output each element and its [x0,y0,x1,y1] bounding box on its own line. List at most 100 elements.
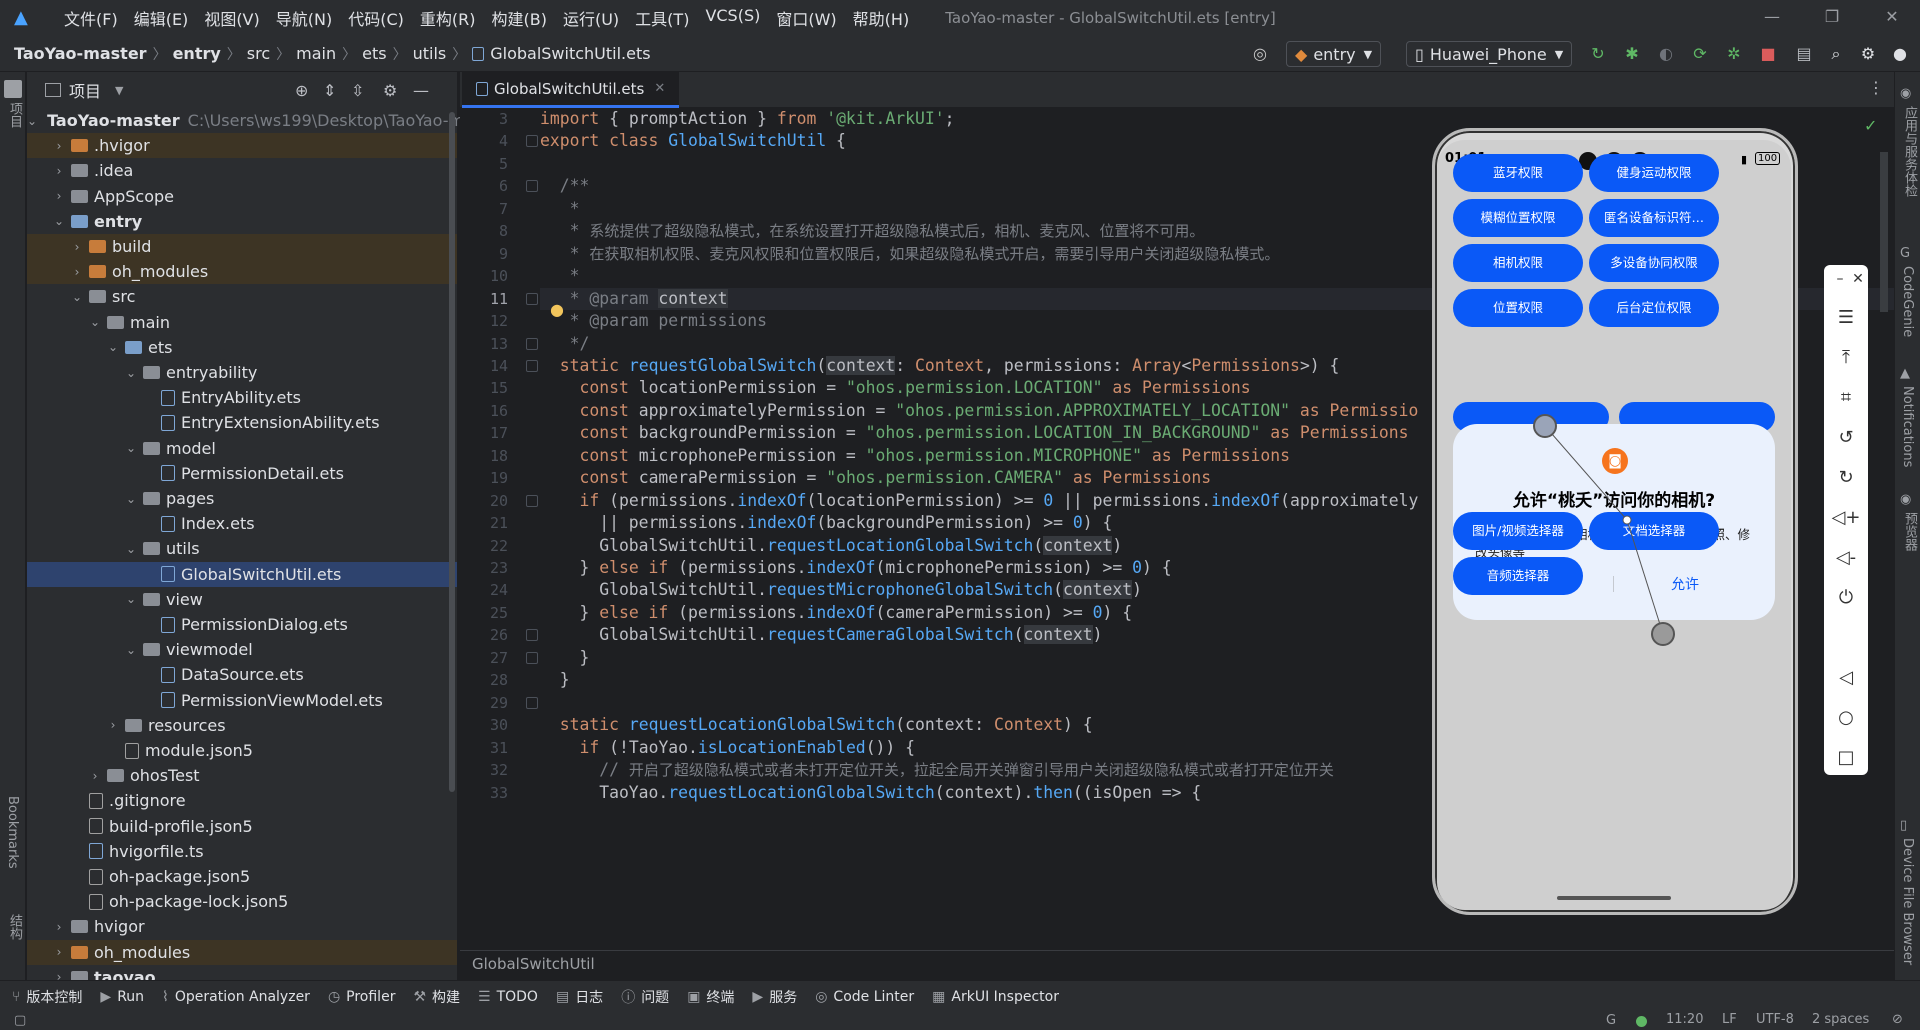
breadcrumb-item[interactable]: GlobalSwitchUtil.ets [490,44,650,63]
tree-item[interactable]: ⌄ main [27,310,457,335]
tree-item[interactable]: › oh_modules [27,939,457,965]
tree-item[interactable]: PermissionViewModel.ets [27,688,457,713]
lightbulb-icon[interactable]: ● [550,300,564,319]
chevron-down-icon[interactable]: ⌄ [123,592,139,606]
rotate-icon[interactable]: ↺ [1824,427,1868,448]
previewer-label[interactable]: 预览器 [1900,512,1919,551]
breadcrumb-item[interactable]: main [296,44,336,63]
tree-item[interactable]: oh-package-lock.json5 [27,889,457,914]
device-selector[interactable]: ▯ Huawei_Phone ▼ [1406,41,1573,67]
editor-tab[interactable]: GlobalSwitchUtil.ets ✕ [462,72,680,108]
codegenie-status-icon[interactable]: G [1606,1013,1616,1028]
menu-item[interactable]: 构建(B) [484,6,555,30]
chevron-right-icon[interactable]: › [105,718,121,732]
chevron-down-icon[interactable]: ⌄ [123,492,139,506]
tool-window-button[interactable]: ◷ Profiler [328,989,396,1005]
tree-item[interactable]: PermissionDetail.ets [27,461,457,486]
menu-item[interactable]: 帮助(H) [845,6,918,30]
chevron-down-icon[interactable]: ▼ [115,84,123,97]
more-icon[interactable]: ⋮ [1868,78,1884,97]
power-icon[interactable]: ⏻ [1824,587,1868,608]
tool-window-button[interactable]: ⌇ Operation Analyzer [162,989,310,1005]
chevron-right-icon[interactable]: › [51,139,67,153]
tree-item[interactable]: EntryExtensionAbility.ets [27,410,457,435]
apply-changes-icon[interactable]: ⟳ [1688,42,1712,66]
bookmarks-tool-label[interactable]: Bookmarks [5,796,20,869]
chevron-down-icon[interactable]: ⌄ [123,643,139,657]
chevron-down-icon[interactable]: ⌄ [123,366,139,380]
tree-item[interactable]: ⌄ view [27,587,457,612]
fold-marker-icon[interactable] [526,337,538,350]
target-icon[interactable]: ◎ [1248,42,1272,66]
minimize-icon[interactable]: — [1744,0,1800,36]
menu-item[interactable]: VCS(S) [697,6,768,30]
menu-icon[interactable]: ☰ [1824,307,1868,328]
device-manager-icon[interactable]: ▤ [1792,42,1816,66]
notifications-label[interactable]: Notifications [1900,386,1915,467]
layout-icon[interactable]: ▢ [14,1013,26,1028]
tool-window-button[interactable]: ⚒ 构建 [413,987,460,1007]
tree-item[interactable]: › hvigor [27,914,457,939]
fold-marker-icon[interactable] [526,629,538,642]
fold-marker-icon[interactable] [526,359,538,372]
health-check-label[interactable]: 应用与服务体检 [1900,106,1919,197]
chevron-right-icon[interactable]: › [51,164,67,178]
tree-item[interactable]: ⌄ pages [27,486,457,511]
home-indicator[interactable] [1557,896,1671,900]
fold-marker-icon[interactable] [526,651,538,664]
close-tab-icon[interactable]: ✕ [654,81,665,96]
tree-item[interactable]: GlobalSwitchUtil.ets [27,561,457,587]
editor-scrollbar[interactable] [1880,152,1888,312]
expand-all-icon[interactable]: ⇕ [323,81,336,100]
chevron-right-icon[interactable]: › [69,240,85,254]
tool-window-button[interactable]: ◎ Code Linter [815,989,914,1005]
tree-item[interactable]: › AppScope [27,184,457,209]
project-tool-icon[interactable] [4,80,22,98]
account-icon[interactable]: ● [1888,42,1912,66]
breadcrumb-item[interactable]: ets [362,44,386,63]
bell-icon[interactable]: ▲ [1900,366,1910,381]
line-separator[interactable]: LF [1722,1012,1737,1027]
tree-item[interactable]: ⌄ entryability [27,360,457,385]
chevron-right-icon[interactable]: › [51,920,67,934]
locate-icon[interactable]: ⊕ [295,81,308,100]
tree-item[interactable]: build-profile.json5 [27,814,457,839]
chevron-down-icon[interactable]: ⌄ [123,441,139,455]
chevron-right-icon[interactable]: › [51,189,67,203]
tree-scrollbar[interactable] [449,112,455,792]
chevron-down-icon[interactable]: ⌄ [27,114,37,128]
menu-item[interactable]: 编辑(E) [126,6,197,30]
tree-item[interactable]: › .hvigor [27,133,457,159]
chevron-down-icon[interactable]: ⌄ [105,340,121,354]
breadcrumb-item[interactable]: src [247,44,270,63]
menu-item[interactable]: 视图(V) [196,6,267,30]
breadcrumb-item[interactable]: entry [173,44,221,63]
tree-item[interactable]: ⌄ utils [27,536,457,561]
menu-item[interactable]: 重构(R) [412,6,484,30]
crop-icon[interactable]: ⌗ [1824,387,1868,408]
encoding[interactable]: UTF-8 [1756,1012,1794,1027]
tool-window-button[interactable]: ▶ 服务 [752,987,797,1007]
tree-item[interactable]: › .idea [27,158,457,183]
tool-window-button[interactable]: ⓘ 问题 [621,987,669,1007]
fold-marker-icon[interactable] [526,494,538,507]
inspection-ok-icon[interactable]: ✓ [1864,116,1877,135]
fold-marker-icon[interactable] [526,180,538,193]
close-icon[interactable]: ✕ [1836,271,1880,287]
tree-item[interactable]: .gitignore [27,788,457,813]
tree-item[interactable]: oh-package.json5 [27,864,457,889]
tool-window-button[interactable]: ▤ 日志 [556,987,603,1007]
lock-icon[interactable]: ⊘ [1892,1012,1903,1027]
tree-item[interactable]: › resources [27,713,457,738]
volume-up-icon[interactable]: ◁+ [1824,507,1868,528]
tree-item[interactable]: › build [27,234,457,259]
pin-top-icon[interactable]: ⤒ [1824,347,1868,368]
tree-item[interactable]: ⌄ model [27,436,457,461]
tree-item[interactable]: ⌄ viewmodel [27,637,457,662]
codegenie-icon[interactable]: G [1900,246,1910,261]
device-file-browser-label[interactable]: Device File Browser [1900,838,1915,965]
menu-item[interactable]: 文件(F) [56,6,126,30]
recents-icon[interactable]: □ [1824,747,1868,768]
gear-icon[interactable]: ⚙ [1856,42,1880,66]
fold-marker-icon[interactable] [526,696,538,709]
